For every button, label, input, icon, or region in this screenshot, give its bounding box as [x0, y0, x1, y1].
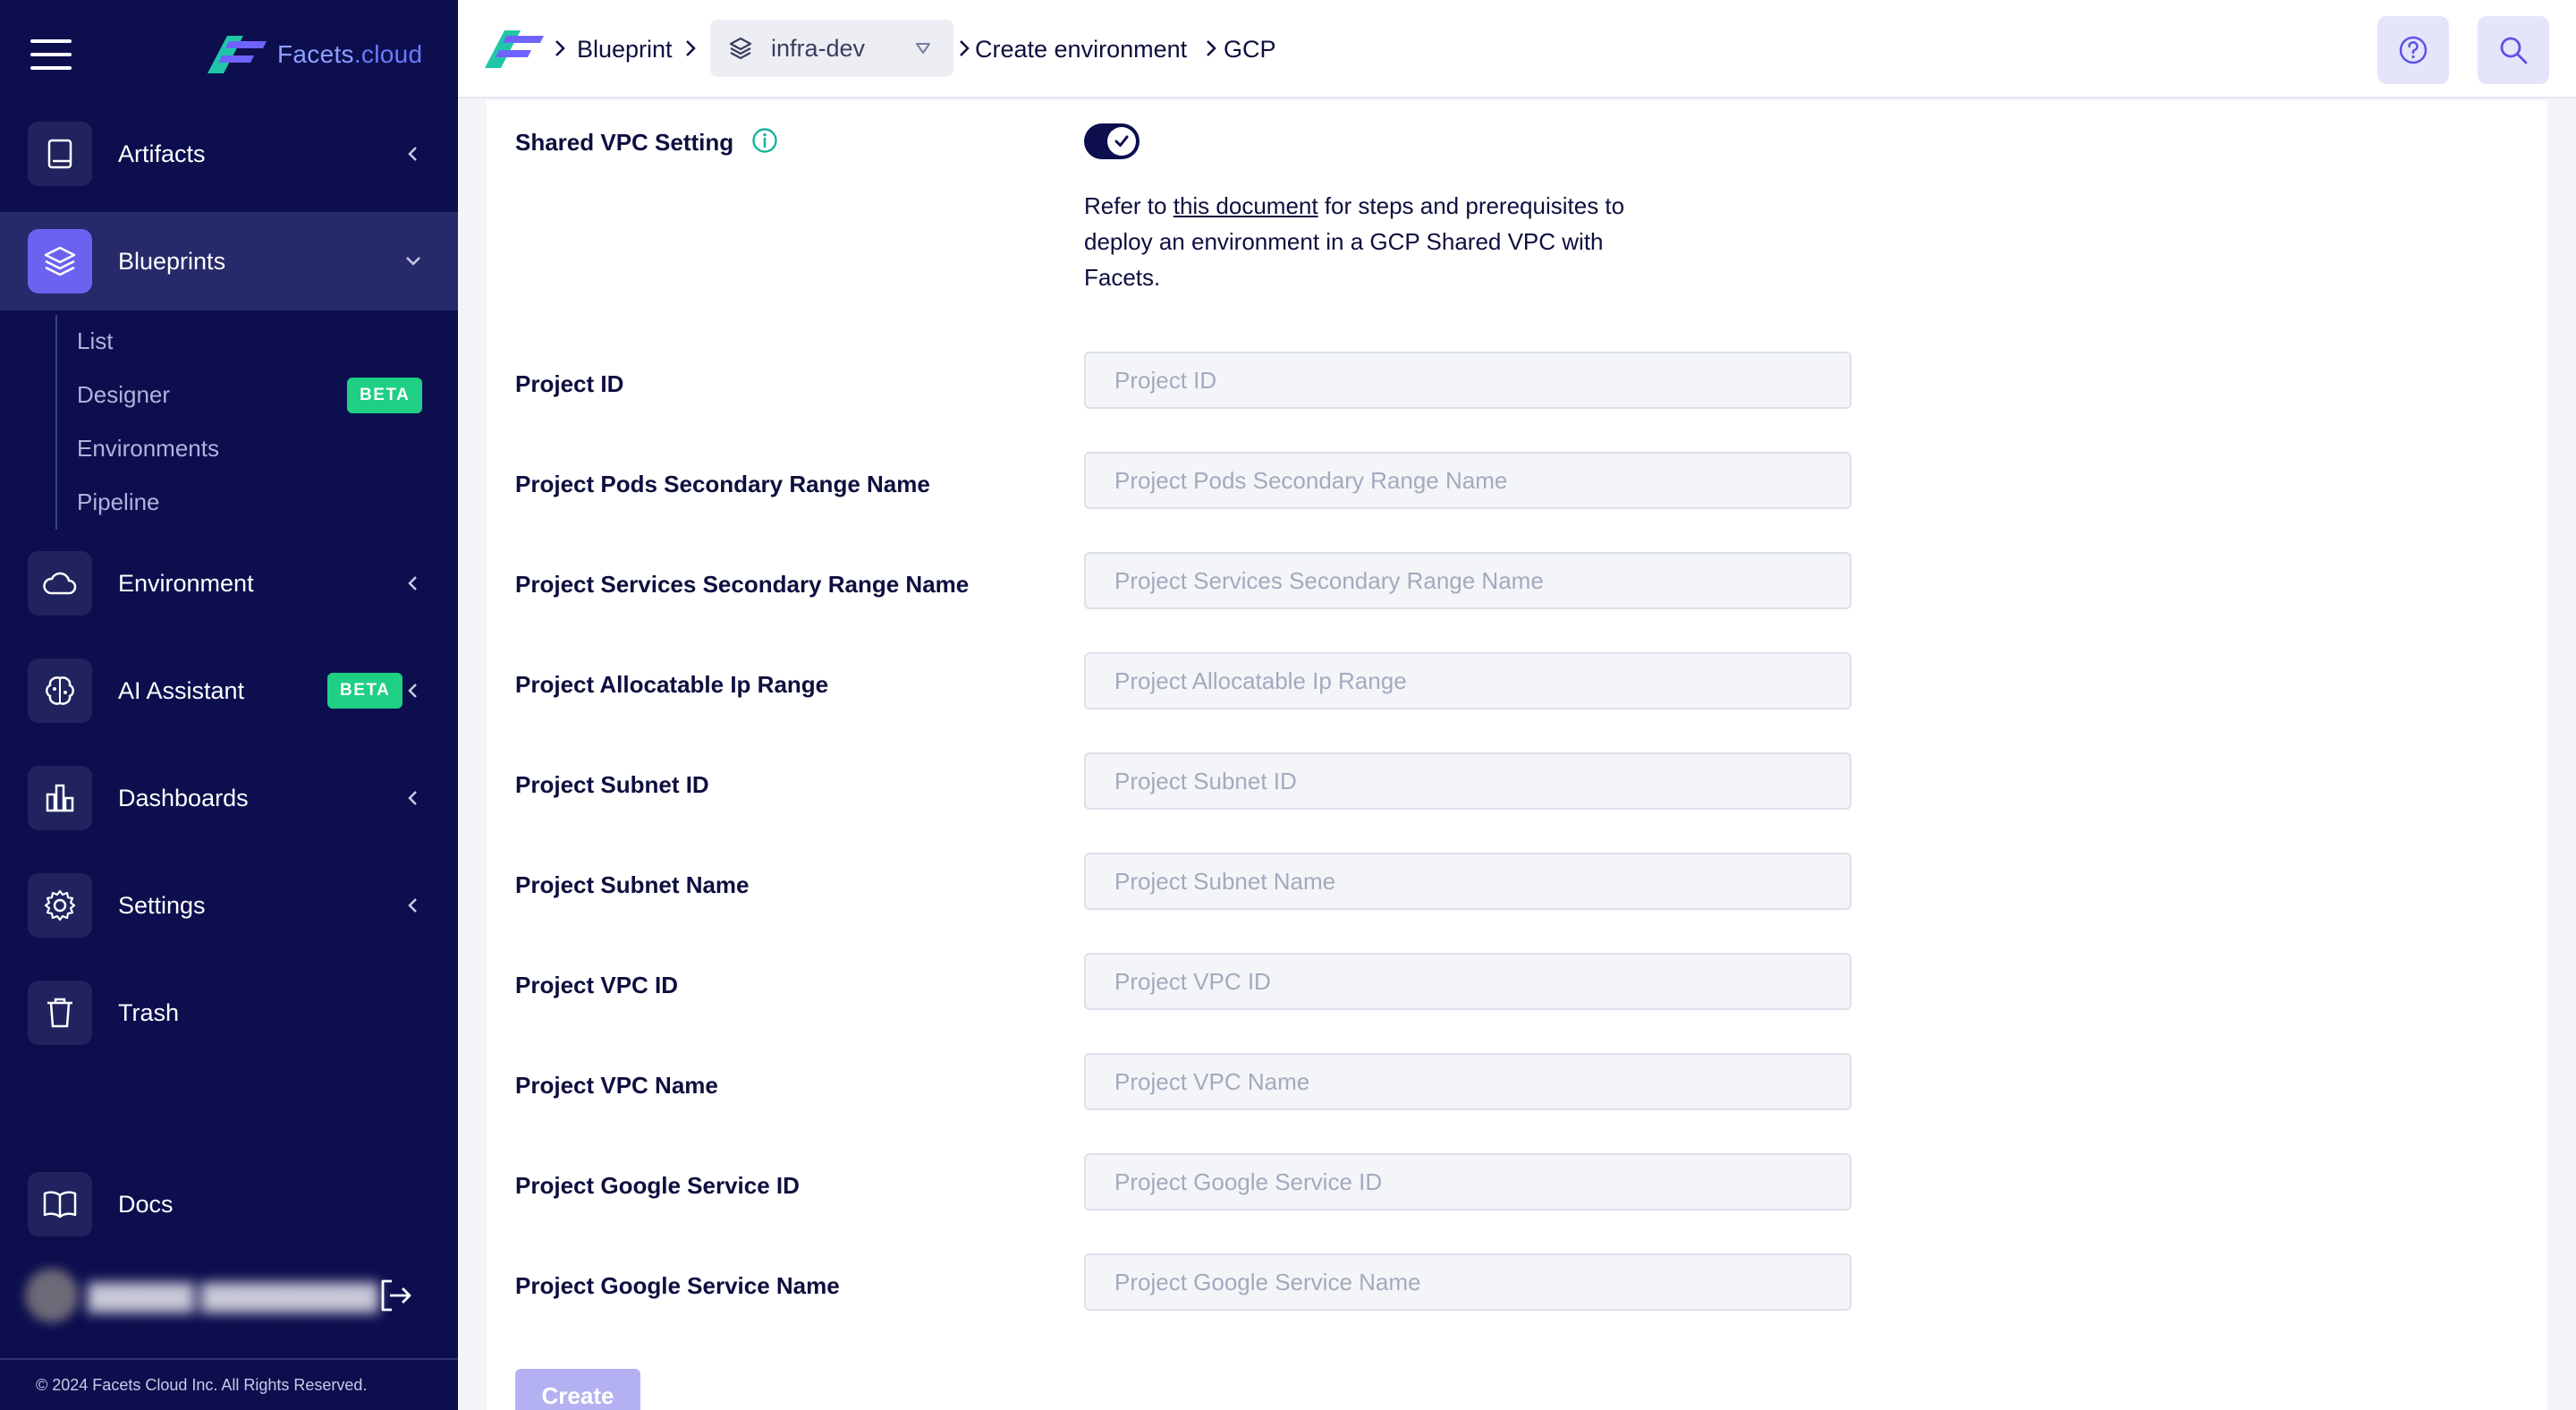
search-icon [2500, 37, 2528, 64]
sidebar-item-label: Blueprints [118, 247, 226, 275]
chevron-right-icon [686, 40, 696, 56]
sidebar-item-artifacts[interactable]: Artifacts [0, 105, 458, 203]
brain-icon [28, 658, 92, 723]
chevron-left-icon [402, 787, 424, 809]
sidebar-item-trash[interactable]: Trash [0, 964, 458, 1062]
bar-chart-icon [28, 766, 92, 830]
top-header: Blueprint infra-dev Create environment G… [458, 0, 2576, 98]
gear-icon [28, 873, 92, 938]
sidebar-item-label: Environment [118, 569, 254, 597]
help-button[interactable] [2377, 16, 2449, 84]
sidebar-subitem-list[interactable]: List [77, 327, 113, 355]
facets-logo-icon [208, 36, 267, 73]
project-services-secondary-range-name-input[interactable] [1084, 552, 1852, 609]
book-icon [28, 122, 92, 186]
blueprints-subnav: List Designer BETA Environments Pipeline [55, 315, 431, 530]
create-environment-form: Shared VPC Setting Refer to this documen… [487, 100, 2547, 1410]
sidebar-item-label: Artifacts [118, 140, 206, 167]
chevron-down-icon [402, 251, 424, 272]
project-pods-secondary-range-name-input[interactable] [1084, 452, 1852, 509]
chevron-right-icon [960, 40, 970, 56]
sidebar: Facets.cloud Artifacts Blueprints List D… [0, 0, 458, 1410]
sidebar-subitem-designer[interactable]: Designer [77, 381, 170, 409]
project-subnet-id-input[interactable] [1084, 752, 1852, 810]
shared-vpc-note: Refer to this document for steps and pre… [1084, 192, 1625, 291]
project-vpc-name-label: Project VPC Name [515, 1072, 718, 1099]
shared-vpc-label: Shared VPC Setting [515, 129, 734, 156]
chevron-left-icon [402, 573, 424, 594]
open-book-icon [28, 1172, 92, 1236]
selected-blueprint: infra-dev [771, 34, 866, 62]
project-vpc-name-input[interactable] [1084, 1053, 1852, 1110]
sidebar-subitem-environments[interactable]: Environments [77, 435, 219, 463]
layers-icon [28, 229, 92, 293]
info-icon[interactable] [751, 127, 778, 154]
menu-icon[interactable] [30, 39, 72, 70]
chevron-left-icon [402, 143, 424, 165]
chevron-right-icon [555, 40, 565, 56]
project-vpc-id-label: Project VPC ID [515, 972, 679, 998]
sidebar-item-blueprints[interactable]: Blueprints [0, 212, 458, 310]
sidebar-item-label: Trash [118, 998, 180, 1026]
trash-icon [28, 981, 92, 1045]
facets-logo[interactable]: Facets.cloud [208, 32, 422, 77]
facets-logo-icon[interactable] [485, 30, 544, 68]
sidebar-item-settings[interactable]: Settings [0, 856, 458, 955]
project-subnet-name-input[interactable] [1084, 853, 1852, 910]
project-google-service-id-input[interactable] [1084, 1153, 1852, 1210]
logout-icon[interactable] [376, 1276, 415, 1315]
chevron-left-icon [402, 895, 424, 916]
username-blurred: ██████ ██████████ [88, 1283, 379, 1311]
avatar [25, 1269, 79, 1322]
sidebar-item-ai-assistant[interactable]: AI Assistant BETA [0, 641, 458, 740]
project-pods-secondary-range-name-label: Project Pods Secondary Range Name [515, 471, 930, 497]
chevron-left-icon [402, 680, 424, 701]
this-document-link[interactable]: this document [1174, 192, 1318, 219]
sidebar-subitem-pipeline[interactable]: Pipeline [77, 488, 160, 516]
footer-divider [0, 1358, 458, 1360]
project-services-secondary-range-name-label: Project Services Secondary Range Name [515, 571, 970, 598]
sidebar-item-dashboards[interactable]: Dashboards [0, 749, 458, 847]
beta-badge: BETA [327, 673, 403, 709]
sidebar-item-docs[interactable]: Docs [0, 1155, 458, 1253]
project-id-label: Project ID [515, 370, 624, 397]
cloud-icon [28, 551, 92, 616]
sidebar-item-label: AI Assistant [118, 676, 245, 704]
chevron-right-icon [1207, 40, 1216, 56]
shared-vpc-toggle[interactable] [1084, 123, 1140, 159]
user-profile[interactable]: ██████ ██████████ [13, 1258, 442, 1340]
project-google-service-id-label: Project Google Service ID [515, 1172, 800, 1199]
sidebar-item-environment[interactable]: Environment [0, 534, 458, 633]
search-button[interactable] [2478, 16, 2549, 84]
check-icon [1107, 127, 1136, 156]
scroll-gutter [2547, 100, 2576, 1410]
beta-badge: BETA [347, 378, 423, 413]
project-vpc-id-input[interactable] [1084, 953, 1852, 1010]
create-button[interactable]: Create [515, 1369, 640, 1410]
logo-text: Facets.cloud [277, 40, 423, 68]
project-allocatable-ip-range-label: Project Allocatable Ip Range [515, 671, 829, 698]
caret-down-icon [916, 43, 930, 54]
breadcrumb-gcp: GCP [1224, 35, 1276, 63]
sidebar-item-label: Docs [118, 1190, 174, 1218]
help-icon [2399, 36, 2428, 64]
project-subnet-id-label: Project Subnet ID [515, 771, 709, 798]
project-id-input[interactable] [1084, 352, 1852, 409]
sidebar-item-label: Dashboards [118, 784, 249, 811]
layers-icon [729, 37, 752, 60]
project-google-service-name-label: Project Google Service Name [515, 1272, 840, 1299]
project-subnet-name-label: Project Subnet Name [515, 871, 750, 898]
breadcrumb-blueprint[interactable]: Blueprint [577, 0, 673, 98]
copyright-text: © 2024 Facets Cloud Inc. All Rights Rese… [36, 1376, 368, 1394]
breadcrumb-create-environment[interactable]: Create environment [975, 0, 1187, 98]
project-google-service-name-input[interactable] [1084, 1253, 1852, 1311]
blueprint-selector[interactable]: infra-dev [710, 20, 953, 77]
project-allocatable-ip-range-input[interactable] [1084, 652, 1852, 709]
sidebar-item-label: Settings [118, 891, 206, 919]
